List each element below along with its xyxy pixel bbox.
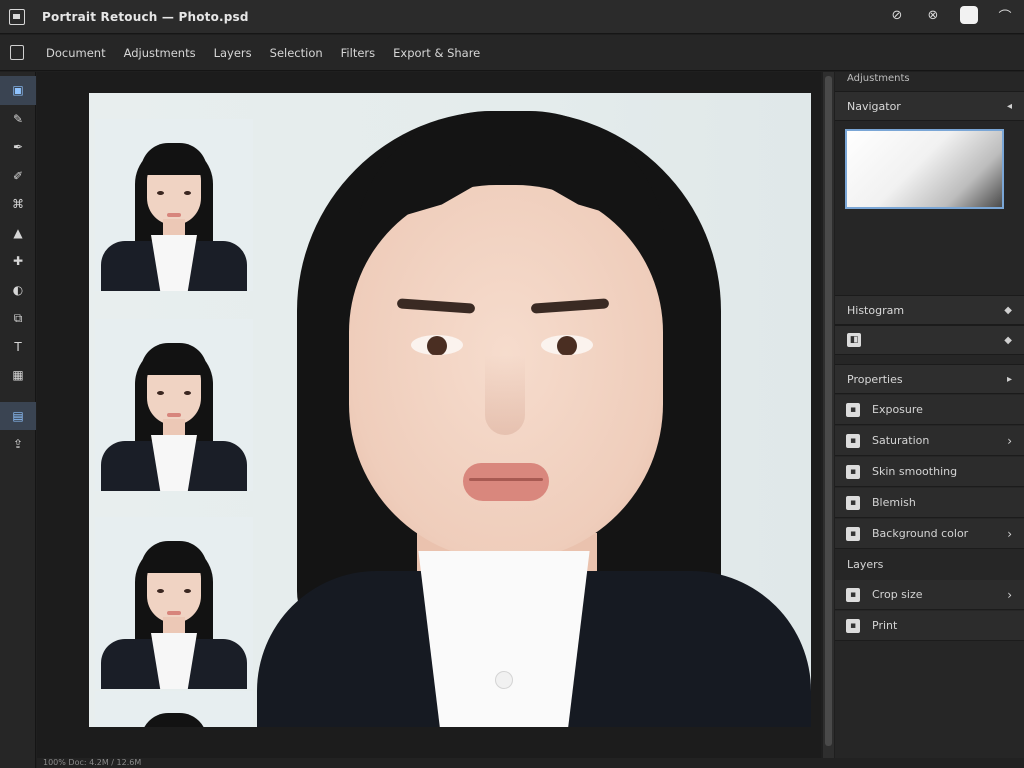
properties-section[interactable]: Properties ▸ — [835, 364, 1024, 394]
print-icon: ▪ — [846, 618, 860, 633]
portrait-thumbnail[interactable] — [95, 319, 253, 491]
eye — [157, 191, 164, 195]
eye — [184, 589, 191, 593]
status-bar: 100% Doc: 4.2M / 12.6M — [37, 758, 1024, 768]
left-eye — [411, 335, 463, 355]
eye — [157, 391, 164, 395]
menu-selection[interactable]: Selection — [270, 46, 323, 60]
shirt-button — [495, 671, 513, 689]
eye — [184, 391, 191, 395]
menu-adjustments[interactable]: Adjustments — [124, 46, 196, 60]
crop-icon: ▪ — [846, 587, 860, 602]
channels-icon: ◧ — [847, 333, 861, 347]
histogram-title: Histogram — [847, 303, 905, 317]
properties-expand-icon[interactable]: ▸ — [1007, 374, 1012, 385]
panel-row-label: Crop size — [872, 588, 923, 601]
channels-options-icon[interactable]: ◆ — [1004, 335, 1012, 346]
layers-section-title: Layers — [835, 549, 1024, 579]
panel-row[interactable]: ▪ Saturation › — [835, 426, 1024, 456]
hair-top — [141, 541, 207, 573]
portrait-thumbnail[interactable] — [95, 119, 253, 291]
portrait-lips — [463, 463, 549, 501]
menu-layers[interactable]: Layers — [214, 46, 252, 60]
panel-row[interactable]: ▪ Background color › — [835, 519, 1024, 549]
portrait-thumbnail[interactable] — [95, 517, 253, 689]
white-square-icon[interactable] — [960, 6, 978, 24]
menu-items: Document Adjustments Layers Selection Fi… — [46, 46, 480, 60]
navigator-section[interactable]: Navigator ◂ — [835, 91, 1024, 121]
navigator-title: Navigator — [847, 99, 901, 113]
panel-header: Adjustments — [847, 73, 910, 84]
navigator-collapse-icon[interactable]: ◂ — [1007, 101, 1012, 112]
title-actions: ⊘ ⊗ ⌒ — [888, 6, 1014, 25]
levels-icon: ▪ — [846, 495, 860, 510]
tool-strip: ▣ ✎ ✒ ✐ ⌘ ▲ ✚ ◐ ⧉ T ▦ ▤ ⇪ — [0, 72, 36, 768]
eye — [157, 589, 164, 593]
panel-row[interactable]: ▪ Crop size › — [835, 580, 1024, 610]
hair-top — [141, 143, 207, 175]
lips — [167, 213, 181, 217]
minimize-icon[interactable]: ⌒ — [996, 6, 1014, 25]
text-tool-icon[interactable]: T — [0, 333, 36, 362]
pen-tool-icon[interactable]: ✒ — [0, 133, 36, 162]
histogram-section[interactable]: Histogram ◆ — [835, 295, 1024, 325]
chevron-right-icon[interactable]: › — [1007, 434, 1012, 448]
smudge-tool-icon[interactable]: ✐ — [0, 162, 36, 191]
properties-title: Properties — [847, 372, 903, 386]
menu-document[interactable]: Document — [46, 46, 106, 60]
document-icon[interactable] — [10, 45, 24, 60]
panel-row[interactable]: ▪ Blemish — [835, 488, 1024, 518]
brightness-icon: ▪ — [846, 402, 860, 417]
chevron-right-icon[interactable]: › — [1007, 527, 1012, 541]
panel-row-label: Background color — [872, 527, 969, 540]
hair-top — [141, 343, 207, 375]
panel-row-label: Blemish — [872, 496, 916, 509]
panel-row-label: Skin smoothing — [872, 465, 958, 478]
panel-row[interactable]: ▪ Skin smoothing — [835, 457, 1024, 487]
image-tool-icon[interactable]: ▣ — [0, 76, 36, 105]
portrait-thumbnail[interactable] — [95, 691, 253, 727]
curves-icon: ▪ — [846, 464, 860, 479]
scrollbar-thumb[interactable] — [825, 76, 832, 746]
panel-row[interactable]: ▪ Print — [835, 611, 1024, 641]
chevron-right-icon[interactable]: › — [1007, 588, 1012, 602]
menu-export-share[interactable]: Export & Share — [393, 46, 480, 60]
panel-row[interactable]: ▪ Exposure — [835, 395, 1024, 425]
panel-row-label: Print — [872, 619, 898, 632]
export-tool-icon[interactable]: ⇪ — [0, 430, 36, 459]
channels-row[interactable]: ◧ ◆ — [835, 325, 1024, 355]
sharpen-tool-icon[interactable]: ▲ — [0, 219, 36, 248]
document-canvas[interactable] — [89, 93, 811, 727]
hair-top — [141, 713, 207, 727]
crop-tool-icon[interactable]: ⧉ — [0, 304, 36, 333]
lips — [167, 611, 181, 615]
eye — [184, 191, 191, 195]
color-icon: ▪ — [846, 526, 860, 541]
panel-row-label: Exposure — [872, 403, 923, 416]
vertical-scrollbar[interactable] — [823, 72, 834, 758]
portrait-nose — [485, 355, 525, 435]
right-panel: Adjustments Navigator ◂ Histogram ◆ ◧ ◆ … — [835, 72, 1024, 758]
help-icon[interactable]: ⊘ — [888, 6, 906, 24]
brush-icon[interactable]: ⊗ — [924, 6, 942, 24]
lips — [167, 413, 181, 417]
right-eye — [541, 335, 593, 355]
brush-tool-icon[interactable]: ✎ — [0, 105, 36, 134]
panel-row-label: Saturation — [872, 434, 930, 447]
grid-tool-icon[interactable]: ▦ — [0, 361, 36, 390]
navigator-preview[interactable] — [845, 129, 1004, 209]
dodge-tool-icon[interactable]: ◐ — [0, 276, 36, 305]
window-title: Portrait Retouch — Photo.psd — [42, 9, 249, 24]
menu-filters[interactable]: Filters — [341, 46, 375, 60]
heal-tool-icon[interactable]: ✚ — [0, 247, 36, 276]
stamp-tool-icon[interactable]: ⌘ — [0, 190, 36, 219]
app-logo-icon[interactable] — [9, 8, 25, 25]
histogram-options-icon[interactable]: ◆ — [1004, 305, 1012, 316]
contrast-icon: ▪ — [846, 433, 860, 448]
menu-bar: Document Adjustments Layers Selection Fi… — [0, 35, 1024, 71]
title-bar: Portrait Retouch — Photo.psd ⊘ ⊗ ⌒ — [0, 0, 1024, 34]
layers-tool-icon[interactable]: ▤ — [0, 401, 36, 430]
main-portrait — [257, 93, 811, 727]
